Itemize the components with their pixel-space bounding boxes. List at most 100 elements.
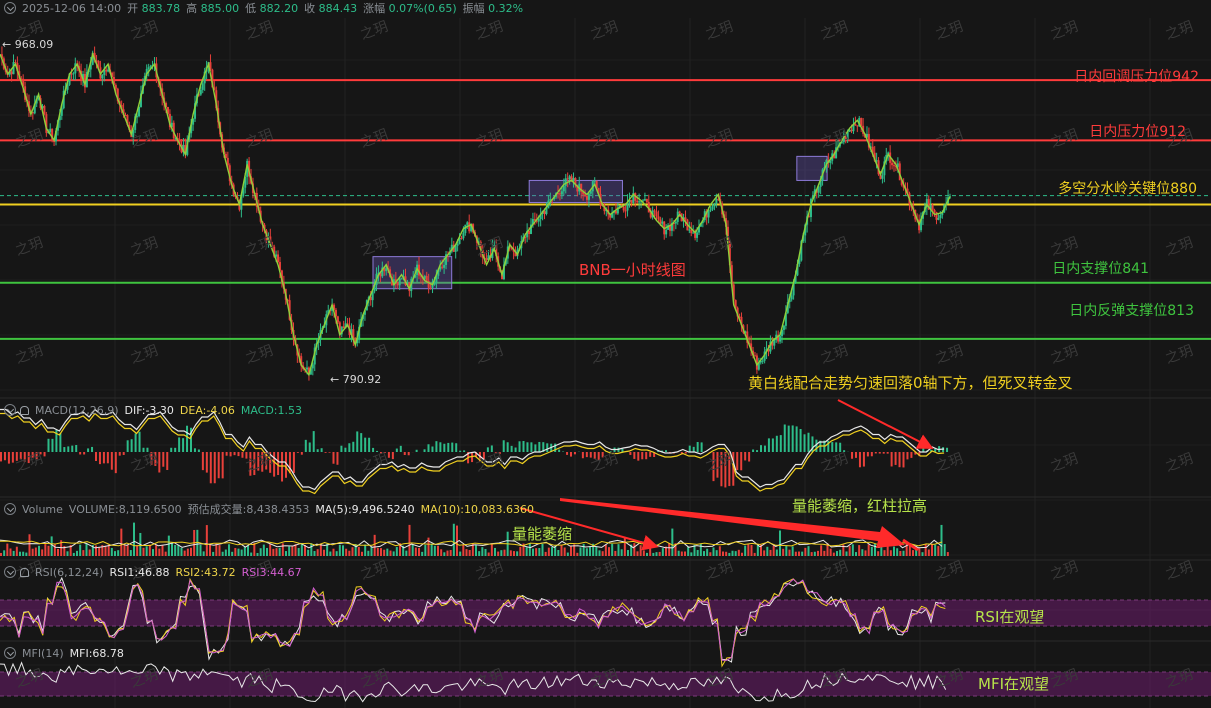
volume-bar [424,544,427,556]
macd-histogram-bar [906,452,909,460]
volume-bar [28,534,31,556]
volume-bar [95,545,97,556]
macd-histogram-bar [688,445,691,452]
volume-bar [231,551,234,556]
macd-histogram-bar [391,452,394,460]
volume-bar [126,545,129,556]
macd-histogram-bar [573,452,576,455]
volume-bar [769,549,772,556]
volume-bar [889,550,892,556]
volume-bar [611,543,614,556]
macd-histogram-bar [150,452,153,465]
volume-bar [725,551,728,556]
volume-bar [44,544,47,556]
macd-histogram-bar [98,452,101,465]
macd-histogram-bar [558,449,561,452]
macd-histogram-bar [316,449,319,452]
macd-histogram-bar [835,442,838,452]
candle-body [101,74,104,79]
macd-histogram-bar [530,442,533,452]
collapse-icon[interactable] [4,404,16,416]
volume-bar [633,543,636,556]
volume-bar [247,545,249,556]
macd-histogram-bar [609,451,612,452]
bell-icon[interactable] [20,405,29,415]
collapse-icon[interactable] [4,2,16,14]
volume-bar [661,548,664,556]
high-value: 885.00 [200,2,240,15]
level-label-912: 日内压力位912 [1089,124,1186,140]
volume-bar [731,550,734,556]
volume-bar [715,550,718,556]
volume-bar [202,551,205,556]
macd-dif-line [0,408,945,491]
candle-body [678,211,681,214]
macd-histogram-bar [205,452,208,473]
macd-histogram-bar [807,432,810,452]
macd-histogram-bar [494,452,497,453]
macd-histogram-bar [134,433,137,452]
macd-histogram-bar [514,447,517,452]
candle-body [585,196,588,200]
volume-bar [703,551,705,556]
candle-body [462,233,465,239]
volume-bar [753,552,756,556]
macd-histogram-bar [898,452,901,468]
macd-histogram-bar [87,448,90,452]
collapse-icon[interactable] [4,647,16,659]
volume-bar [72,552,75,556]
collapse-icon[interactable] [4,566,16,578]
macd-histogram-bar [593,452,596,459]
candle-body [655,211,658,217]
volume-bar [297,548,300,556]
volume-bar [348,550,351,556]
low-label: 低 [245,2,257,15]
volume-bar [25,552,28,556]
close-label: 收 [304,2,316,15]
volume-bar [408,524,411,556]
volume-bar [174,544,177,556]
macd-histogram-bar [799,428,802,452]
macd-histogram-bar [431,446,434,452]
macd-histogram-bar [31,452,34,458]
macd-histogram-bar [372,447,375,452]
bell-icon[interactable] [20,567,29,577]
volume-bar [31,548,34,556]
volume-bar [639,545,642,556]
macd-histogram-bar [637,452,640,461]
volume-bar [155,545,158,556]
candle-body [562,185,565,192]
volume-bar [167,535,170,556]
macd-histogram-bar [716,452,719,478]
volume-bar [646,552,648,556]
macd-histogram-bar [51,438,54,452]
candle-body [277,254,280,263]
volume-bar [870,546,873,556]
macd-histogram-bar [756,450,759,452]
volume-bar [326,543,329,556]
candle-body [558,193,561,195]
candle-body [589,191,592,194]
volume-bar [114,551,116,556]
volume-bar [123,544,126,556]
volume-bar [205,525,208,556]
macd-histogram-bar [364,437,367,452]
candle-body [653,210,656,212]
volume-bar [883,550,886,556]
volume-bar [813,551,816,556]
volume-bar [494,547,496,556]
volume-bar [604,544,607,556]
volume-bar [680,551,683,556]
macd-histogram-bar [7,452,10,464]
volume-bar [281,543,284,556]
volume-bar [120,528,123,556]
macd-histogram-bar [455,443,458,452]
volume-bar [47,545,50,556]
macd-histogram-bar [740,452,743,471]
collapse-icon[interactable] [4,503,16,515]
candle-body [493,244,496,248]
volume-bar [798,551,800,556]
volume-bar [617,544,620,556]
volume-bar [383,549,386,556]
volume-bar [351,547,354,556]
